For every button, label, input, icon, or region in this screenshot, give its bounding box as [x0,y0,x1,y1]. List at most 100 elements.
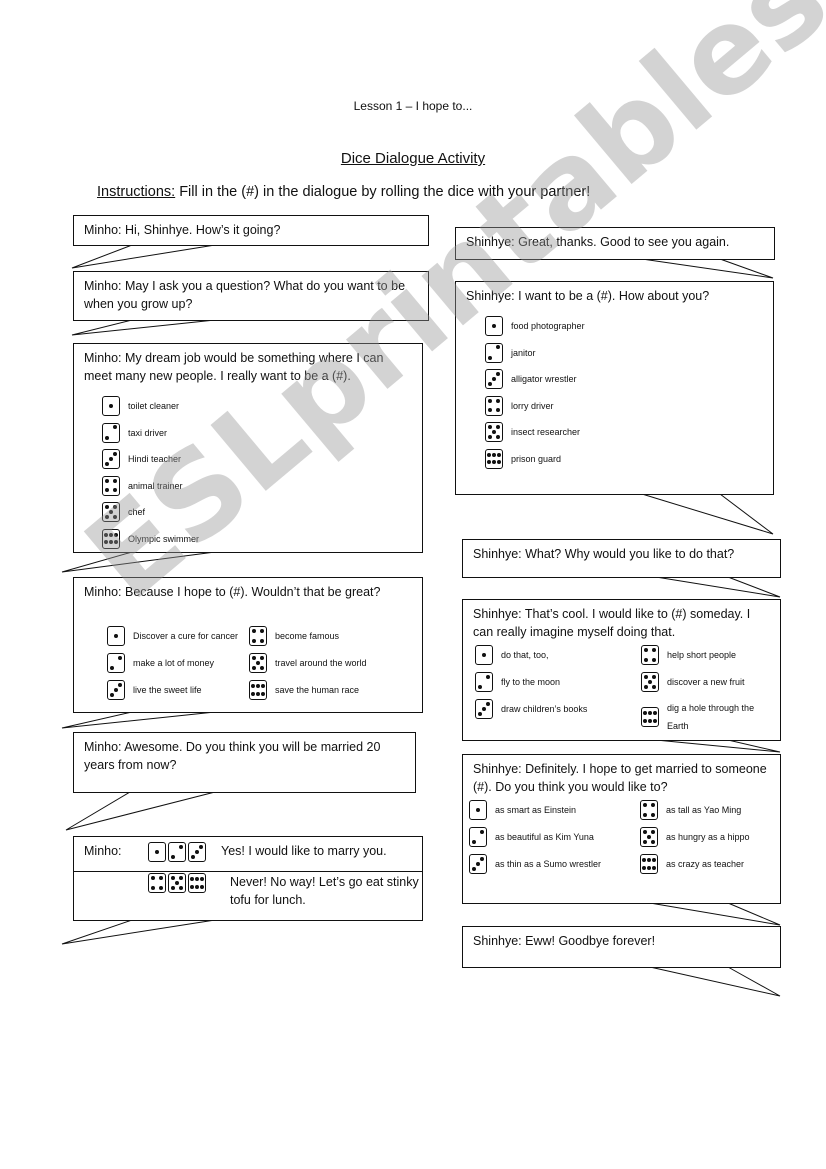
die-1-icon [475,645,493,665]
die-3-icon [475,699,493,719]
die-5-icon [640,827,658,847]
page-title: Dice Dialogue Activity [340,150,486,167]
tail-minho-2 [71,319,216,336]
option-label: Hindi teacher [128,454,182,464]
pip [260,629,265,634]
pip [496,408,501,413]
pip [113,505,118,510]
option-label: insect researcher [511,427,581,437]
option-label: prison guard [511,453,562,464]
shinhye-bubble-6: Shinhye: Eww! Goodbye forever! [462,926,781,968]
minho-line-2: Minho: May I ask you a question? What do… [84,279,406,311]
die-6-icon [641,707,659,727]
pip [648,718,652,723]
pip [170,885,175,890]
minho-line-5: Minho: Awesome. Do you think you will be… [84,740,381,772]
dice-option: live the sweet life [107,680,202,700]
tail-shinhye-4 [655,739,781,753]
pip [642,812,647,817]
tail-minho-4 [61,711,216,729]
pip [648,711,652,716]
shinhye-bubble-4: Shinhye: That’s cool. I would like to (#… [462,599,781,741]
pip [251,665,256,670]
die-6-icon [249,680,267,700]
shinhye-line-5: Shinhye: Definitely. I hope to get marri… [473,762,767,794]
pip [104,462,109,467]
shinhye-line-4: Shinhye: That’s cool. I would like to (#… [473,607,751,639]
shinhye-bubble-1: Shinhye: Great, thanks. Good to see you … [455,227,775,260]
dice-option: make a lot of money [107,653,214,673]
pip [190,884,195,889]
pip [113,451,118,456]
pip [118,682,123,687]
option-label: Olympic swimmer [128,533,199,544]
tail-minho-6 [61,919,216,945]
pip [113,478,118,483]
dice-option: as smart as Einstein [469,800,576,820]
shinhye-line-1: Shinhye: Great, thanks. Good to see you … [466,235,730,249]
pip [104,540,109,545]
pip [492,460,496,465]
pip [104,488,109,493]
no-answer: Never! No way! Let’s go eat stinky tofu … [230,875,419,907]
pip [109,510,113,514]
instructions-text: Fill in the (#) in the dialogue by rolli… [175,184,591,200]
option-label: fly to the moon [501,677,561,687]
die-5-icon [102,502,120,522]
pip [109,457,113,461]
pip [642,865,647,870]
pip [643,657,648,662]
pip [643,711,648,716]
die-1-icon [102,396,120,416]
tail-minho-3 [61,551,216,573]
die-2-icon [107,653,125,673]
option-label: Discover a cure for cancer [133,631,239,641]
pip [496,460,501,465]
pip [642,858,647,863]
no-dice [148,873,206,893]
pip [179,876,184,881]
pip [251,656,256,661]
pip [471,867,476,872]
pip [175,881,179,885]
pip [487,408,492,413]
die-3-icon [188,842,206,862]
die-3-icon [107,680,125,700]
pip [109,540,113,545]
option-label: as smart as Einstein [495,805,577,815]
pip [195,850,199,854]
pip [647,835,651,839]
die-5-icon [168,873,186,893]
die-1-icon [148,842,166,862]
option-label: as crazy as teacher [666,859,745,869]
pip [486,674,491,679]
pip [471,840,476,845]
pip [652,675,657,680]
pip [195,884,199,889]
option-label: dig a hole through the Earth [667,703,755,731]
die-4-icon [102,475,120,496]
tail-shinhye-6 [649,966,781,997]
die-2-icon [102,422,120,443]
pip [199,877,204,882]
pip [190,855,195,860]
pip [114,688,118,692]
pip [251,629,256,634]
pip [643,648,648,653]
pip [199,884,204,889]
die-6-icon [102,528,120,549]
pip [492,452,496,457]
pip [190,877,195,882]
pip [487,382,492,387]
pip [642,803,647,808]
divider [74,871,422,872]
dice-option: do that, too, [475,645,549,665]
pip [104,532,109,537]
pip [260,656,265,661]
option-label: taxi driver [128,427,168,438]
pip [170,876,175,881]
dice-option: travel around the world [249,653,385,673]
die-2-icon [469,827,487,847]
pip [179,844,184,849]
pip [251,684,256,689]
